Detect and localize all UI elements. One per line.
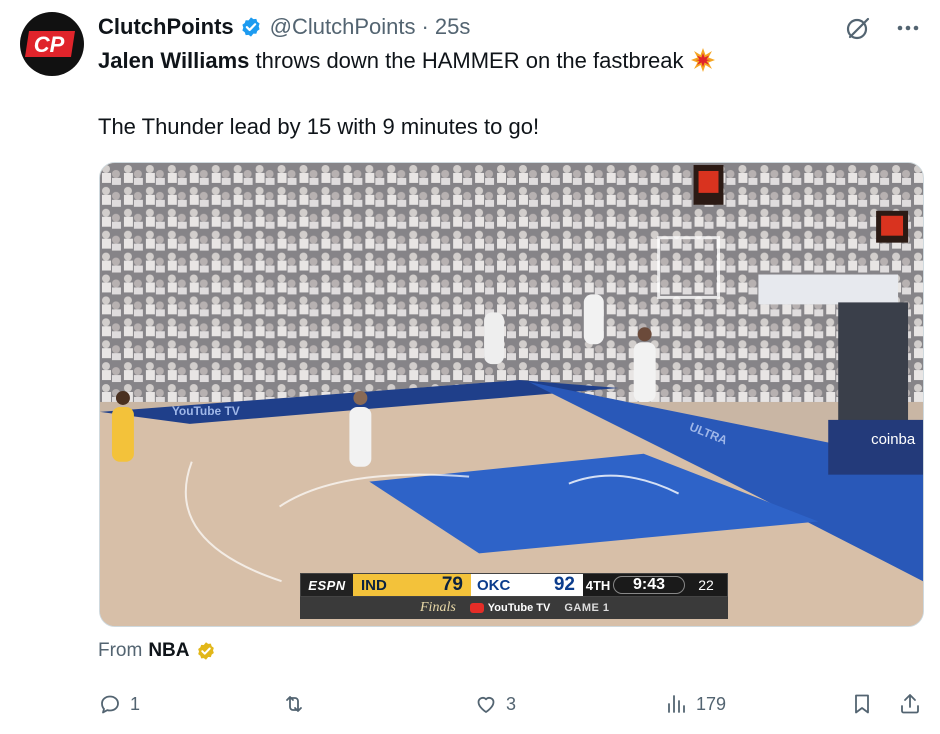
game-clock: 9:43 [613, 576, 685, 594]
team2-score: 92 [529, 574, 583, 596]
media-source: From NBA [98, 640, 216, 662]
author-avatar[interactable]: CP [20, 12, 84, 76]
svg-text:CP: CP [34, 32, 65, 57]
grok-icon[interactable] [844, 14, 872, 42]
tweet-top-actions [844, 14, 922, 42]
like-count: 3 [506, 693, 517, 714]
tweet-header: ClutchPoints @ClutchPoints · 25s [98, 12, 470, 42]
team2-abbr: OKC [471, 574, 529, 596]
sponsor-logo: YouTube TV [469, 602, 550, 614]
tweet-video[interactable]: coinba YouTube TV ULTRA ESPN IND 79 OKC … [99, 162, 924, 627]
court-sign-right: coinba [871, 431, 916, 448]
bookmark-button[interactable] [850, 688, 874, 720]
shot-clock: 22 [685, 574, 727, 596]
reply-button[interactable]: 1 [98, 688, 140, 720]
retweet-icon [286, 696, 302, 712]
views-button[interactable]: 179 [664, 688, 726, 720]
team1-score: 79 [413, 574, 471, 596]
tweet-action-bar: 1 3 179 [98, 688, 928, 720]
source-name[interactable]: NBA [148, 640, 189, 662]
finals-logo: Finals [420, 600, 456, 615]
source-prefix: From [98, 640, 143, 661]
court-sign-left: YouTube TV [172, 404, 240, 418]
separator-dot: · [421, 14, 429, 39]
youtube-play-icon [469, 603, 484, 613]
share-button[interactable] [898, 688, 922, 720]
gold-verified-badge-icon[interactable] [196, 641, 216, 661]
views-chart-icon [668, 695, 685, 713]
bookmark-icon [855, 694, 869, 714]
like-button[interactable]: 3 [474, 688, 516, 720]
retweet-button[interactable] [282, 688, 314, 720]
tweet-text-rest: throws down the HAMMER on the fastbreak [249, 48, 684, 73]
reply-icon [101, 695, 119, 714]
reply-count: 1 [130, 693, 141, 714]
more-options-icon[interactable] [894, 14, 922, 42]
scorebug: ESPN IND 79 OKC 92 4TH 9:43 22 Finals Yo… [300, 573, 728, 623]
author-display-name[interactable]: ClutchPoints [98, 14, 234, 40]
tweet-timestamp[interactable]: 25s [435, 14, 470, 40]
author-handle[interactable]: @ClutchPoints [270, 14, 416, 40]
team1-abbr: IND [353, 574, 413, 596]
quarter: 4TH [583, 574, 613, 596]
tweet-text-line-2: The Thunder lead by 15 with 9 minutes to… [98, 114, 540, 139]
tweet-text-line-1: Jalen Williams throws down the HAMMER on… [98, 46, 898, 76]
game-number: GAME 1 [564, 602, 610, 614]
mention-jalen-williams: Jalen Williams [98, 48, 250, 73]
game-frame-image: coinba YouTube TV ULTRA [100, 163, 923, 626]
views-count: 179 [696, 693, 727, 714]
heart-icon [477, 696, 495, 713]
verified-badge-icon[interactable] [240, 16, 262, 38]
collision-icon [690, 47, 716, 73]
clutchpoints-logo: CP [25, 31, 75, 57]
network-logo: ESPN [301, 574, 353, 596]
share-icon [901, 694, 919, 714]
